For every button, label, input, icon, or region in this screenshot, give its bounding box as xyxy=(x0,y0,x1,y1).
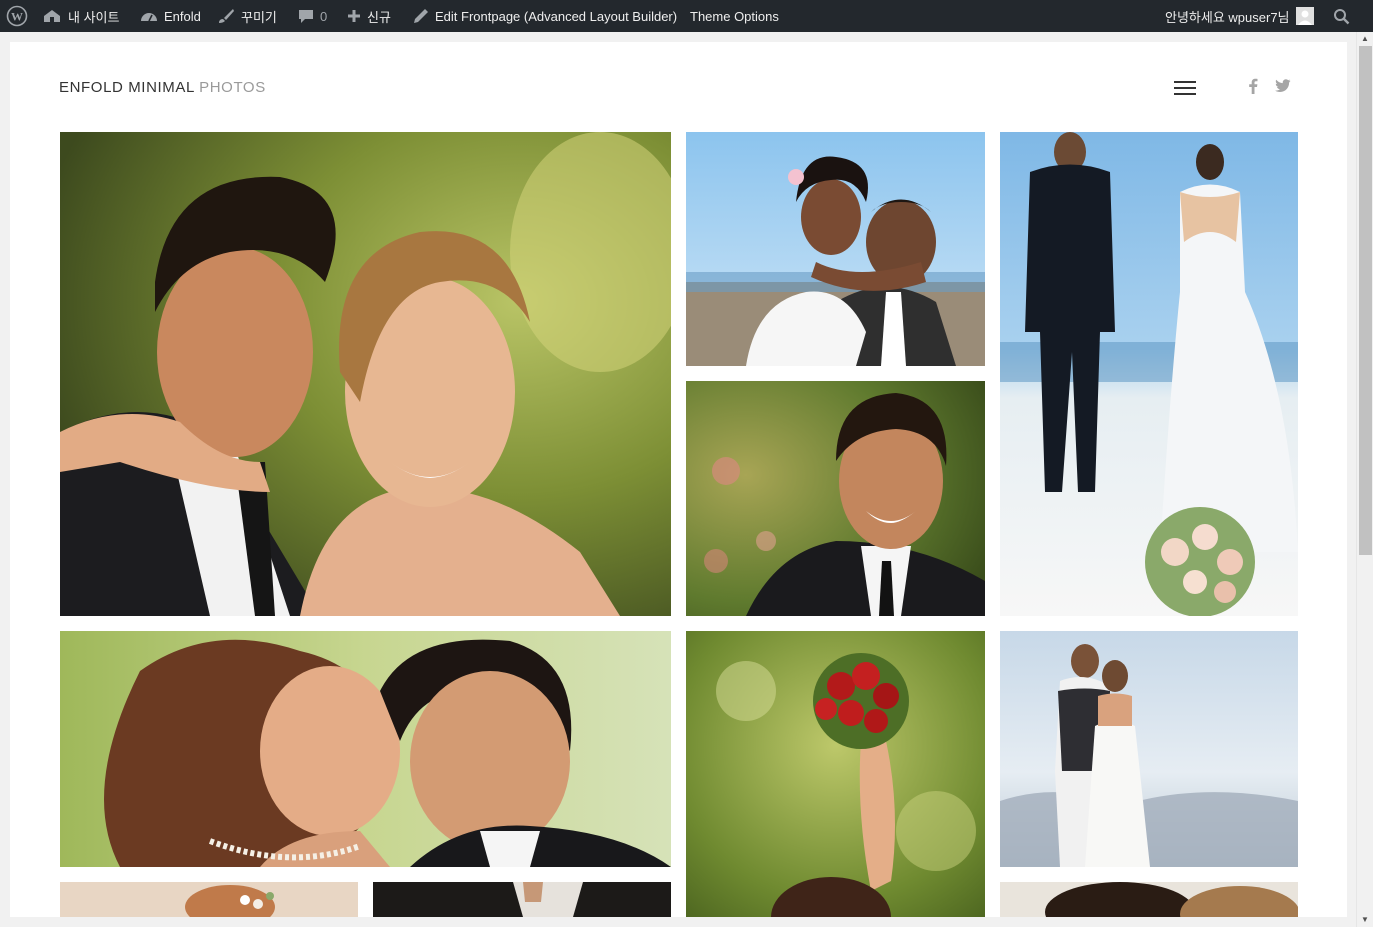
bride-hugging-groom-beach-photo xyxy=(686,132,985,366)
logo-main-text: ENFOLD MINIMAL xyxy=(59,79,195,96)
comment-icon xyxy=(298,8,314,24)
theme-options-label: Theme Options xyxy=(690,8,779,24)
scroll-down-arrow-icon[interactable]: ▼ xyxy=(1357,913,1373,927)
dashboard-icon xyxy=(140,8,158,24)
scrollbar-thumb[interactable] xyxy=(1359,46,1372,555)
bride-flowers-hair-photo xyxy=(60,882,358,917)
couple-embrace-photo xyxy=(60,132,671,616)
gallery-item-9[interactable] xyxy=(373,882,671,917)
my-site-label: 내 사이트 xyxy=(68,9,120,25)
page-container: ENFOLD MINIMAL PHOTOS xyxy=(10,42,1347,917)
admin-search-button[interactable] xyxy=(1333,0,1350,32)
twitter-icon[interactable] xyxy=(1274,76,1292,96)
wordpress-logo-button[interactable]: W xyxy=(6,0,28,32)
gallery-item-4[interactable] xyxy=(686,381,985,616)
customize-button[interactable]: 꾸미기 xyxy=(217,0,277,32)
edit-frontpage-label: Edit Frontpage (Advanced Layout Builder) xyxy=(435,8,678,24)
page-scrollbar[interactable]: ▲ ▼ xyxy=(1356,32,1373,927)
new-content-menu[interactable]: 신규 xyxy=(347,0,391,32)
bride-bouquet-raised-photo xyxy=(686,631,985,917)
logo-light-text: PHOTOS xyxy=(199,79,266,96)
home-icon xyxy=(42,8,62,24)
admin-bar: W 내 사이트 Enfold 꾸미기 0 신규 Edit Frontpage (… xyxy=(0,0,1373,32)
couple-face-to-face-photo xyxy=(60,631,671,867)
avatar xyxy=(1295,7,1314,25)
svg-text:W: W xyxy=(11,10,23,24)
comments-button[interactable]: 0 xyxy=(298,0,327,32)
couple-cliff-photo xyxy=(1000,631,1298,867)
site-name-menu[interactable]: Enfold xyxy=(140,0,201,32)
edit-frontpage-link[interactable]: Edit Frontpage (Advanced Layout Builder) xyxy=(413,0,677,32)
facebook-icon[interactable] xyxy=(1244,76,1262,96)
site-name-label: Enfold xyxy=(164,8,201,24)
gallery-item-5[interactable] xyxy=(60,631,671,867)
comments-count: 0 xyxy=(320,8,328,24)
site-logo[interactable]: ENFOLD MINIMAL PHOTOS xyxy=(59,79,266,96)
pencil-icon xyxy=(413,8,429,24)
plus-icon xyxy=(347,9,361,23)
scroll-up-arrow-icon[interactable]: ▲ xyxy=(1357,32,1373,46)
gallery-item-2[interactable] xyxy=(686,132,985,366)
gallery-item-1[interactable] xyxy=(60,132,671,616)
my-site-menu[interactable]: 내 사이트 xyxy=(42,0,119,32)
gallery-item-6[interactable] xyxy=(686,631,985,917)
groom-suit-dark-photo xyxy=(373,882,671,917)
account-menu[interactable]: 안녕하세요 wpuser7님 xyxy=(1165,0,1314,32)
wordpress-icon: W xyxy=(6,5,28,27)
couple-walking-beach-photo xyxy=(1000,132,1298,616)
gallery-item-7[interactable] xyxy=(1000,631,1298,867)
smiling-groom-photo xyxy=(686,381,985,616)
gallery-item-3[interactable] xyxy=(1000,132,1298,616)
brush-icon xyxy=(217,8,235,24)
greeting-text: 안녕하세요 wpuser7님 xyxy=(1165,9,1290,25)
gallery-item-10[interactable] xyxy=(1000,882,1298,917)
new-label: 신규 xyxy=(367,9,391,25)
gallery-item-8[interactable] xyxy=(60,882,358,917)
customize-label: 꾸미기 xyxy=(241,9,277,25)
hamburger-menu-button[interactable] xyxy=(1173,78,1197,98)
search-icon xyxy=(1333,8,1350,25)
theme-options-link[interactable]: Theme Options xyxy=(690,0,779,32)
couple-closeup-photo xyxy=(1000,882,1298,917)
